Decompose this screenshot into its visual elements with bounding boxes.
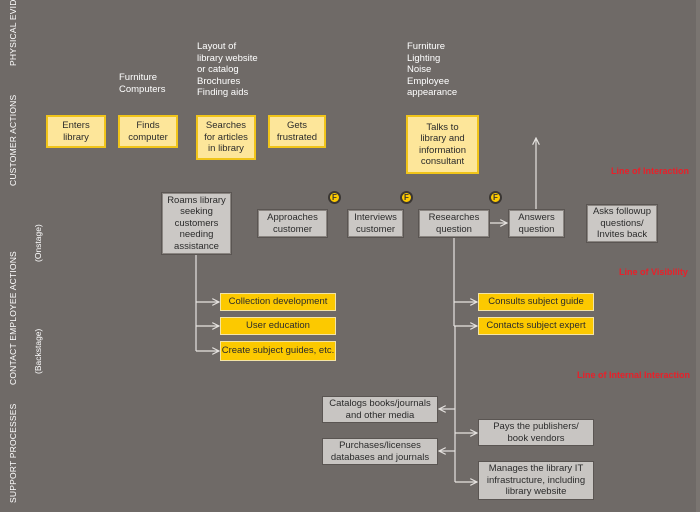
support-process-manages-it[interactable]: Manages the library IT infrastructure, in… <box>478 461 594 500</box>
box-line: library <box>63 131 89 143</box>
box-line: Contacts subject expert <box>486 320 586 332</box>
box-line: Catalogs books/journals <box>329 398 431 409</box>
evidence-line: Computers <box>119 83 166 95</box>
customer-action-gets-frustrated[interactable]: Gets frustrated <box>268 115 326 148</box>
lane-label-physical-evidence: PHYSICAL EVIDENCE <box>8 0 18 66</box>
box-line: for articles <box>204 131 248 143</box>
line-of-visibility-label: Line of Visibility <box>619 267 688 277</box>
evidence-line: Finding aids <box>197 87 249 98</box>
box-line: needing <box>179 229 214 241</box>
backstage-action-user-education[interactable]: User education <box>220 317 336 335</box>
box-line: computer <box>128 131 168 143</box>
evidence-line: Noise <box>407 64 432 75</box>
line-of-interaction-label: Line of Interaction <box>611 166 690 176</box>
customer-action-finds-computer[interactable]: Finds computer <box>118 115 178 148</box>
box-line: book vendors <box>507 432 565 444</box>
fail-point-icon: F <box>489 191 502 204</box>
box-line: Talks to <box>426 121 459 133</box>
box-line: Invites back <box>596 229 648 241</box>
support-process-catalogs[interactable]: Catalogs books/journals and other media <box>322 396 438 423</box>
box-line: Answers <box>518 212 555 223</box>
onstage-action-interviews-customer[interactable]: Interviews customer <box>347 209 404 238</box>
box-line: customer <box>272 223 313 235</box>
support-process-purchases-licenses[interactable]: Purchases/licenses databases and journals <box>322 438 438 465</box>
box-line: questions/ <box>600 217 644 229</box>
box-line: question <box>518 223 555 235</box>
box-line: Searches <box>205 120 247 132</box>
customer-action-searches-articles[interactable]: Searches for articles in library <box>196 115 256 160</box>
evidence-talks-to-consultant: Furniture Lighting Noise Employee appear… <box>407 41 457 99</box>
box-line: Consults subject guide <box>488 296 584 308</box>
evidence-line: Lighting <box>407 52 441 64</box>
onstage-action-asks-followup[interactable]: Asks followup questions/Invites back <box>586 204 658 243</box>
evidence-line: appearance <box>407 87 458 98</box>
box-line: Gets <box>286 120 308 131</box>
box-line: Roams library <box>167 194 226 206</box>
onstage-action-answers-question[interactable]: Answers question <box>508 209 565 238</box>
box-line: in library <box>208 143 244 155</box>
box-line: Interviews <box>354 212 397 223</box>
backstage-action-collection-development[interactable]: Collection development <box>220 293 336 311</box>
backstage-action-create-subject-guides[interactable]: Create subject guides, etc. <box>220 341 336 361</box>
onstage-action-approaches-customer[interactable]: Approaches customer <box>257 209 328 238</box>
fail-point-icon: F <box>400 191 413 204</box>
evidence-searches: Layout of library website or catalog Bro… <box>197 41 258 99</box>
box-line: Create subject guides, etc. <box>221 345 335 357</box>
box-line: information <box>419 144 466 156</box>
fail-point-icon: F <box>328 191 341 204</box>
box-line: customer <box>355 223 396 235</box>
box-line: Researches <box>428 212 480 223</box>
service-blueprint-diagram: PHYSICAL EVIDENCE CUSTOMER ACTIONS CONTA… <box>0 0 700 512</box>
evidence-line: library website <box>197 52 258 64</box>
box-line: User education <box>246 320 310 332</box>
box-line: assistance <box>174 240 219 252</box>
box-line: Approaches <box>267 212 318 223</box>
onstage-action-roams-library[interactable]: Roams library seeking customers needing assi… <box>161 192 232 255</box>
box-line: Finds <box>136 120 160 131</box>
box-line: library and <box>420 133 465 144</box>
backstage-action-consults-subject-guide[interactable]: Consults subject guide <box>478 293 594 311</box>
box-line: infrastructure, including <box>486 474 586 486</box>
box-line: library website <box>505 486 567 498</box>
lane-label-contact-employee-actions: CONTACT EMPLOYEE ACTIONS <box>8 251 18 385</box>
backstage-action-contacts-subject-expert[interactable]: Contacts subject expert <box>478 317 594 335</box>
box-line: Asks followup <box>592 206 652 218</box>
customer-action-talks-to-consultant[interactable]: Talks to library and information consultant <box>406 115 479 174</box>
box-line: Enters <box>62 120 90 131</box>
box-line: Collection development <box>228 296 328 308</box>
lane-sublabel-backstage: (Backstage) <box>33 328 43 374</box>
box-line: frustrated <box>276 131 318 143</box>
lane-label-customer-actions: CUSTOMER ACTIONS <box>8 94 18 186</box>
customer-action-enters-library[interactable]: Enters library <box>46 115 106 148</box>
evidence-line: Layout of <box>197 41 237 52</box>
connectors <box>195 0 700 512</box>
lane-sublabel-onstage: (Onstage) <box>33 224 43 262</box>
box-line: Purchases/licenses <box>339 440 421 451</box>
lane-label-support-processes: SUPPORT PROCESSES <box>8 403 18 503</box>
box-line: consultant <box>420 156 465 167</box>
evidence-line: Furniture <box>407 41 446 52</box>
support-process-pays-publishers[interactable]: Pays the publishers/book vendors <box>478 419 594 446</box>
evidence-line: or catalog <box>197 64 239 75</box>
evidence-line: Employee <box>407 75 450 87</box>
box-line: seeking <box>180 206 213 218</box>
box-line: question <box>436 223 472 235</box>
box-line: Pays the publishers/ <box>493 421 579 432</box>
box-line: and other media <box>345 409 415 421</box>
evidence-line: Furniture <box>119 72 158 83</box>
evidence-line: Brochures <box>197 75 241 87</box>
line-of-internal-interaction-label: Line of Internal Interaction <box>577 370 691 380</box>
onstage-action-researches-question[interactable]: Researches question <box>418 209 490 238</box>
evidence-finds-computer: Furniture Computers <box>119 72 165 95</box>
box-line: Manages the library IT <box>488 463 584 475</box>
box-line: customers <box>174 217 219 229</box>
box-line: databases and journals <box>330 451 430 463</box>
